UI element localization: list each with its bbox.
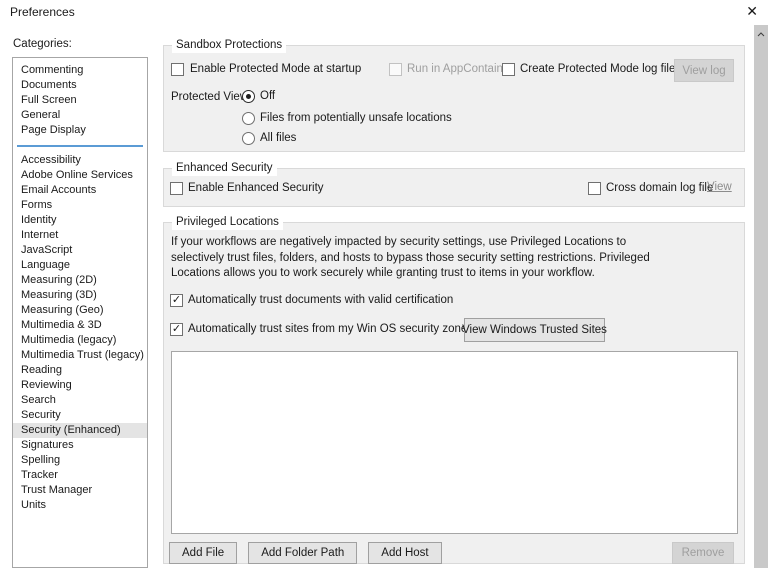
privileged-locations-group: Privileged Locations If your workflows a…	[163, 215, 745, 564]
trust-os-zones-label: Automatically trust sites from my Win OS…	[188, 323, 474, 335]
category-item[interactable]: Forms	[13, 198, 147, 213]
category-item[interactable]: Internet	[13, 228, 147, 243]
category-item[interactable]: Commenting	[13, 63, 147, 78]
category-item[interactable]: Accessibility	[13, 153, 147, 168]
trust-certified-docs-checkbox[interactable]: ✓	[170, 294, 183, 307]
enable-enhanced-security-checkbox[interactable]: ✓	[170, 182, 183, 195]
vertical-scrollbar[interactable]	[754, 25, 768, 568]
protected-view-unsafe-label: Files from potentially unsafe locations	[260, 112, 452, 124]
categories-listbox[interactable]: Commenting Documents Full Screen General Pag…	[12, 57, 148, 568]
category-item[interactable]: Documents	[13, 78, 147, 93]
category-item[interactable]: Trust Manager	[13, 483, 147, 498]
category-item[interactable]: Search	[13, 393, 147, 408]
trust-os-zones-checkbox[interactable]: ✓	[170, 323, 183, 336]
enhanced-security-group: Enhanced Security ✓ Enable Enhanced Secu…	[163, 161, 745, 207]
enable-protected-mode-label: Enable Protected Mode at startup	[190, 63, 362, 75]
category-item[interactable]: Language	[13, 258, 147, 273]
close-icon[interactable]: ✕	[743, 2, 761, 20]
enable-enhanced-security-label: Enable Enhanced Security	[188, 182, 324, 194]
trust-certified-docs-label: Automatically trust documents with valid…	[188, 294, 454, 306]
protected-view-allfiles-label: All files	[260, 132, 297, 144]
scroll-up-icon[interactable]	[754, 29, 768, 39]
protected-view-label: Protected View	[171, 91, 249, 103]
view-cross-domain-log-link[interactable]: View	[707, 181, 732, 193]
category-item[interactable]: Adobe Online Services	[13, 168, 147, 183]
category-item[interactable]: Full Screen	[13, 93, 147, 108]
cross-domain-log-label: Cross domain log file	[606, 182, 714, 194]
category-item[interactable]: JavaScript	[13, 243, 147, 258]
category-separator	[13, 138, 147, 153]
cross-domain-log-checkbox[interactable]: ✓	[588, 182, 601, 195]
check-icon: ✓	[171, 323, 182, 335]
category-item[interactable]: Reviewing	[13, 378, 147, 393]
category-item[interactable]: Tracker	[13, 468, 147, 483]
protected-view-unsafe-radio[interactable]	[242, 112, 255, 125]
description-line: If your workflows are negatively impacte…	[171, 236, 627, 248]
group-title: Sandbox Protections	[172, 38, 287, 53]
category-item[interactable]: Spelling	[13, 453, 147, 468]
add-file-button[interactable]: Add File	[169, 542, 238, 564]
privileged-locations-description: If your workflows are negatively impacte…	[171, 235, 650, 282]
run-in-appcontainer-label: Run in AppContainer	[407, 63, 514, 75]
group-title: Privileged Locations	[172, 215, 283, 230]
view-windows-trusted-sites-button[interactable]: View Windows Trusted Sites	[462, 318, 607, 342]
create-log-checkbox[interactable]: ✓	[502, 63, 515, 76]
remove-button: Remove	[672, 542, 734, 564]
category-item[interactable]: Signatures	[13, 438, 147, 453]
view-log-button: View log	[674, 59, 734, 82]
description-line: Locations allows you to work securely wh…	[171, 267, 595, 279]
protected-view-allfiles-radio[interactable]	[242, 132, 255, 145]
group-title: Enhanced Security	[172, 161, 277, 176]
category-item[interactable]: Multimedia (legacy)	[13, 333, 147, 348]
category-item[interactable]: Reading	[13, 363, 147, 378]
category-item[interactable]: General	[13, 108, 147, 123]
category-item[interactable]: Page Display	[13, 123, 147, 138]
category-item[interactable]: Identity	[13, 213, 147, 228]
protected-view-off-label: Off	[260, 90, 276, 102]
check-icon: ✓	[171, 294, 182, 306]
category-item[interactable]: Measuring (Geo)	[13, 303, 147, 318]
description-line: selectively trust files, folders, and ho…	[171, 251, 650, 264]
category-item[interactable]: Security (Enhanced)	[13, 423, 147, 438]
privileged-locations-list[interactable]	[171, 351, 738, 534]
add-folder-path-button[interactable]: Add Folder Path	[248, 542, 358, 564]
category-item[interactable]: Security	[13, 408, 147, 423]
category-item[interactable]: Units	[13, 498, 147, 513]
create-log-label: Create Protected Mode log file	[520, 63, 676, 75]
category-item[interactable]: Email Accounts	[13, 183, 147, 198]
run-in-appcontainer-checkbox: ✓	[389, 63, 402, 76]
category-item[interactable]: Multimedia Trust (legacy)	[13, 348, 147, 363]
add-host-button[interactable]: Add Host	[368, 542, 442, 564]
categories-label: Categories:	[13, 38, 72, 50]
category-item[interactable]: Measuring (3D)	[13, 288, 147, 303]
category-item[interactable]: Measuring (2D)	[13, 273, 147, 288]
category-item[interactable]: Multimedia & 3D	[13, 318, 147, 333]
sandbox-protections-group: Sandbox Protections ✓ Enable Protected M…	[163, 38, 745, 152]
enable-protected-mode-checkbox[interactable]: ✓	[171, 63, 184, 76]
protected-view-off-radio[interactable]	[242, 90, 255, 103]
window-title: Preferences	[10, 5, 75, 19]
